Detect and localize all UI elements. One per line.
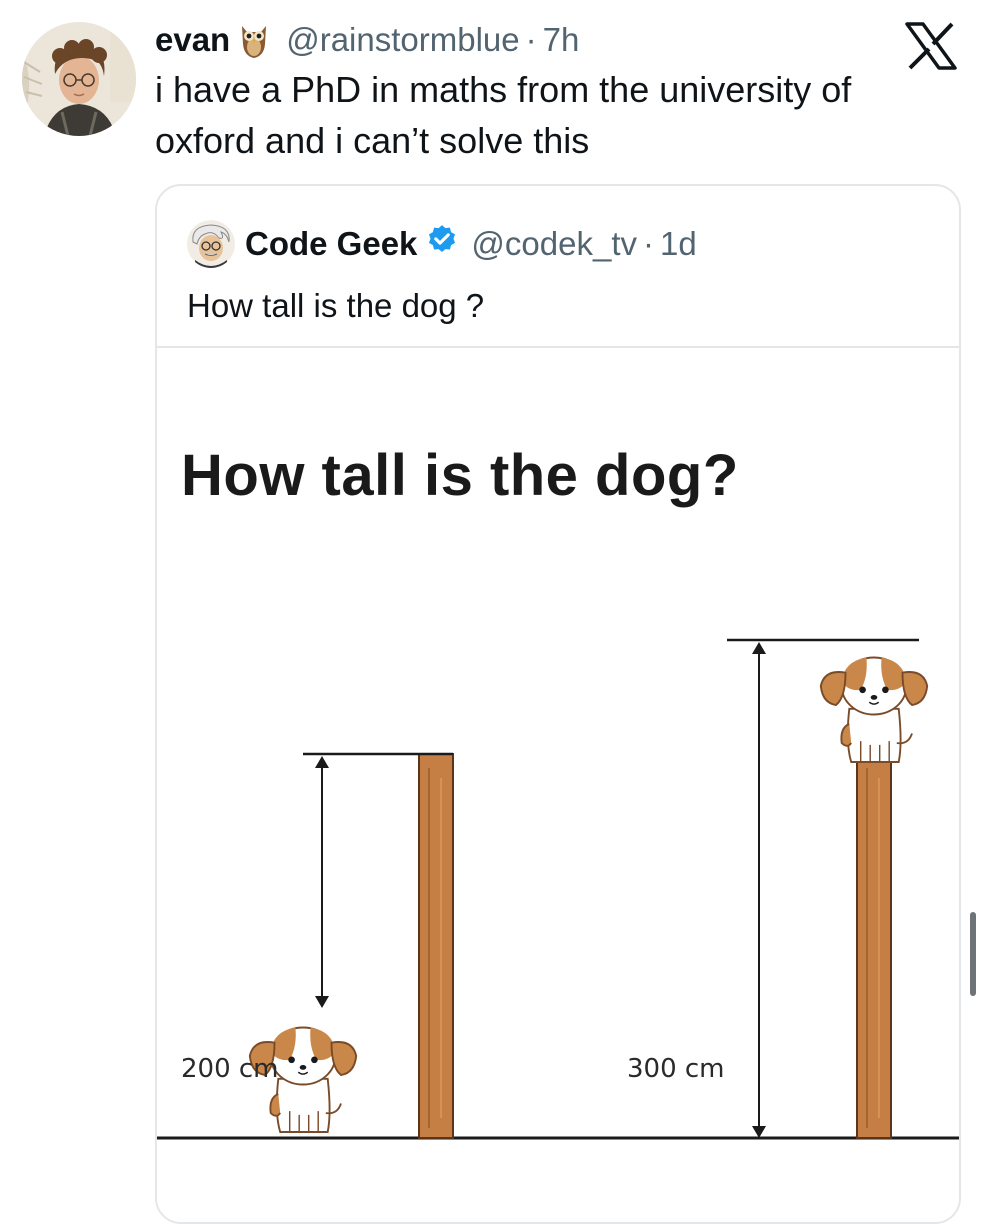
author-handle[interactable]: @rainstormblue — [286, 21, 519, 59]
owl-emoji-icon — [238, 20, 270, 60]
measurement-label-left: 200 cm — [181, 1054, 279, 1084]
scrollbar[interactable] — [970, 912, 976, 996]
quoted-author-handle[interactable]: @codek_tv — [471, 225, 637, 263]
quoted-header-separator: · — [643, 225, 654, 262]
author-avatar[interactable] — [22, 22, 136, 136]
quoted-tweet-card[interactable]: Code Geek @codek_tv · 1d How tall is the… — [155, 184, 961, 1224]
tweet-header: evan @rainstormblue · 7h — [155, 18, 579, 62]
verified-badge-icon — [417, 223, 465, 265]
tweet[interactable]: evan @rainstormblue · 7h i have a PhD in… — [0, 0, 984, 1224]
header-separator: · — [525, 21, 537, 58]
quoted-tweet-text: How tall is the dog ? — [187, 287, 485, 324]
quoted-tweet-header: Code Geek @codek_tv · 1d — [187, 216, 697, 272]
puzzle-image[interactable]: How tall is the dog? 200 cm 300 cm — [157, 348, 959, 1222]
quoted-author-name[interactable]: Code Geek — [245, 225, 417, 263]
x-logo-icon[interactable] — [905, 22, 957, 70]
measurement-label-right: 300 cm — [627, 1054, 725, 1084]
puzzle-illustration — [157, 638, 959, 1140]
tweet-timestamp[interactable]: 7h — [543, 21, 580, 59]
tweet-text-line: i have a PhD in maths from the universit… — [155, 69, 852, 110]
quoted-author-avatar[interactable] — [187, 220, 235, 268]
tweet-text: i have a PhD in maths from the universit… — [155, 64, 935, 166]
author-name[interactable]: evan — [155, 21, 230, 59]
quoted-tweet-timestamp[interactable]: 1d — [660, 225, 697, 263]
tweet-text-line: oxford and i can’t solve this — [155, 120, 590, 161]
